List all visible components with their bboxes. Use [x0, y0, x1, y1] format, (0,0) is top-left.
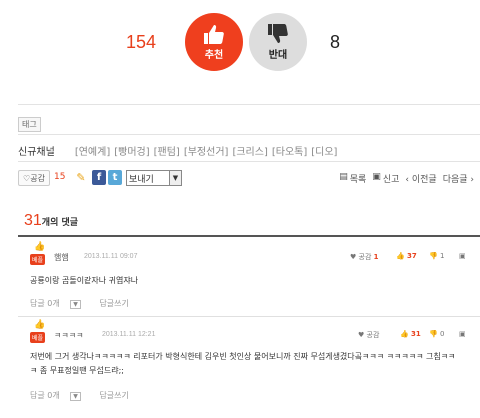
comment-like-label: 공감 — [366, 331, 380, 339]
best-badge-label: 베플 — [30, 254, 46, 265]
post-nav: ▤ 목록 ▣ 신고 ‹ 이전글 다음글 › — [333, 172, 474, 185]
twitter-share-icon[interactable]: t — [108, 170, 122, 185]
action-bar: ♡공감 15 ✎ f t 보내기 ▼ ▤ 목록 ▣ 신고 ‹ 이전글 다음글 › — [18, 170, 478, 188]
comment-up-button[interactable]: 👍 31 — [400, 330, 421, 338]
send-select-value: 보내기 — [129, 174, 154, 185]
best-badge-label: 베플 — [30, 332, 46, 343]
thumbs-up-icon: 👍 — [34, 320, 46, 330]
best-comment-badge: 👍 베플 — [30, 242, 48, 265]
like-count: 15 — [54, 172, 66, 182]
comment-like-count: 1 — [373, 253, 379, 261]
comments-header: 31개의 댓글 — [24, 212, 78, 230]
channel-link-entertainment[interactable]: [연예계] — [75, 143, 110, 158]
write-reply-link[interactable]: 답글쓰기 — [99, 391, 128, 400]
divider — [18, 104, 480, 105]
comment-up-count: 31 — [410, 330, 421, 338]
comment-divider — [18, 316, 480, 317]
comment-author[interactable]: 햄햄 — [54, 252, 69, 263]
comment-up-button[interactable]: 👍 37 — [396, 252, 417, 260]
comments-suffix: 개의 댓글 — [41, 218, 79, 228]
thumbs-up-icon: 👍 — [396, 252, 405, 260]
channel-link-bbangmeogeong[interactable]: [빵머겅] — [114, 143, 149, 158]
report-icon: ▣ — [372, 172, 381, 182]
comment-footer: 답글 0개 ▼ 답글쓰기 — [18, 390, 480, 401]
comment-down-button[interactable]: 👎 1 — [429, 252, 444, 260]
comments-divider — [18, 235, 480, 237]
comment-down-button[interactable]: 👎 0 — [429, 330, 444, 338]
heart-icon: ♥ — [350, 253, 357, 261]
facebook-share-icon[interactable]: f — [92, 170, 106, 185]
thumbs-down-icon: 👎 — [429, 252, 438, 260]
yozm-share-icon[interactable]: ✎ — [74, 170, 88, 185]
comment-like-button[interactable]: ♥ 공감 — [358, 330, 379, 340]
comment-report-icon[interactable]: ▣ — [459, 330, 466, 338]
report-link[interactable]: 신고 — [383, 172, 400, 185]
comment-footer: 답글 0개 ▼ 답글쓰기 — [18, 298, 480, 309]
comment-author[interactable]: ㅋㅋㅋㅋ — [54, 330, 83, 341]
channel-title: 신규채널 — [18, 147, 55, 158]
recommend-count: 154 — [126, 32, 157, 52]
comment-up-count: 37 — [406, 252, 417, 260]
write-reply-link[interactable]: 답글쓰기 — [99, 299, 128, 308]
like-button[interactable]: ♡공감 — [18, 170, 50, 186]
oppose-label: 반대 — [268, 50, 288, 61]
comment-report-icon[interactable]: ▣ — [459, 252, 466, 260]
comment-down-count: 1 — [439, 252, 445, 260]
comment-body: 공룡이랑 곰돌이같자나 귀엽쟈나 — [30, 276, 139, 285]
comment-time: 2013.11.11 09:07 — [84, 253, 138, 260]
thumbs-up-icon: 👍 — [400, 330, 409, 338]
chevron-down-icon: ▼ — [169, 171, 181, 185]
channel-row: 신규채널 [연예계] [빵머겅] [팬텀] [부정선거] [크리스] [타오톡]… — [18, 143, 341, 158]
heart-icon: ♥ — [358, 331, 365, 339]
comment-item: 👍 베플 ㅋㅋㅋㅋ 2013.11.11 12:21 ♥ 공감 👍 31 👎 0… — [18, 320, 480, 401]
comment-header: 👍 베플 햄햄 2013.11.11 09:07 ♥ 공감 1 👍 37 👎 1… — [18, 242, 480, 268]
reply-count[interactable]: 답글 0개 ▼ — [30, 299, 89, 309]
chevron-down-icon: ▼ — [70, 392, 81, 401]
divider — [18, 134, 480, 135]
channel-link-dio[interactable]: [디오] — [311, 143, 337, 158]
channel-link-phantom[interactable]: [팬텀] — [154, 143, 180, 158]
comment-time: 2013.11.11 12:21 — [102, 331, 156, 338]
reply-count-label: 답글 0개 — [30, 299, 60, 308]
tag-label: 태그 — [18, 117, 41, 132]
oppose-button[interactable]: 반대 — [249, 13, 307, 71]
thumbs-up-icon — [204, 25, 224, 44]
channel-link-taotalk[interactable]: [타오톡] — [272, 143, 307, 158]
comments-count: 31 — [24, 212, 42, 229]
thumbs-down-icon: 👎 — [429, 330, 438, 338]
channel-link-kris[interactable]: [크리스] — [232, 143, 267, 158]
comment-body: 저번에 그거 생각나ㅋㅋㅋㅋㅋ 리포터가 박형식한테 김우빈 첫인상 물어보니까… — [30, 352, 456, 375]
prev-link[interactable]: ‹ 이전글 — [405, 172, 436, 185]
send-select[interactable]: 보내기 ▼ — [126, 170, 182, 186]
divider — [18, 161, 480, 162]
best-comment-badge: 👍 베플 — [30, 320, 48, 343]
thumbs-up-icon: 👍 — [34, 242, 46, 252]
thumbs-down-icon — [268, 24, 288, 43]
page: 154 추천 반대 8 태그 신규채널 [연예계] [빵머겅] [팬텀] [부정… — [0, 0, 480, 418]
list-link[interactable]: 목록 — [350, 172, 367, 185]
comment-like-button[interactable]: ♥ 공감 1 — [350, 252, 379, 262]
list-icon: ▤ — [339, 172, 348, 182]
chevron-down-icon: ▼ — [70, 300, 81, 309]
reply-count[interactable]: 답글 0개 ▼ — [30, 391, 89, 401]
reply-count-label: 답글 0개 — [30, 391, 60, 400]
comment-item: 👍 베플 햄햄 2013.11.11 09:07 ♥ 공감 1 👍 37 👎 1… — [18, 242, 480, 309]
next-link[interactable]: 다음글 › — [443, 172, 474, 185]
comment-header: 👍 베플 ㅋㅋㅋㅋ 2013.11.11 12:21 ♥ 공감 👍 31 👎 0… — [18, 320, 480, 346]
recommend-button[interactable]: 추천 — [185, 13, 243, 71]
oppose-count: 8 — [330, 32, 341, 52]
channel-link-election[interactable]: [부정선거] — [184, 143, 229, 158]
recommend-label: 추천 — [204, 50, 224, 61]
comment-down-count: 0 — [439, 330, 445, 338]
comment-like-label: 공감 — [358, 253, 372, 261]
